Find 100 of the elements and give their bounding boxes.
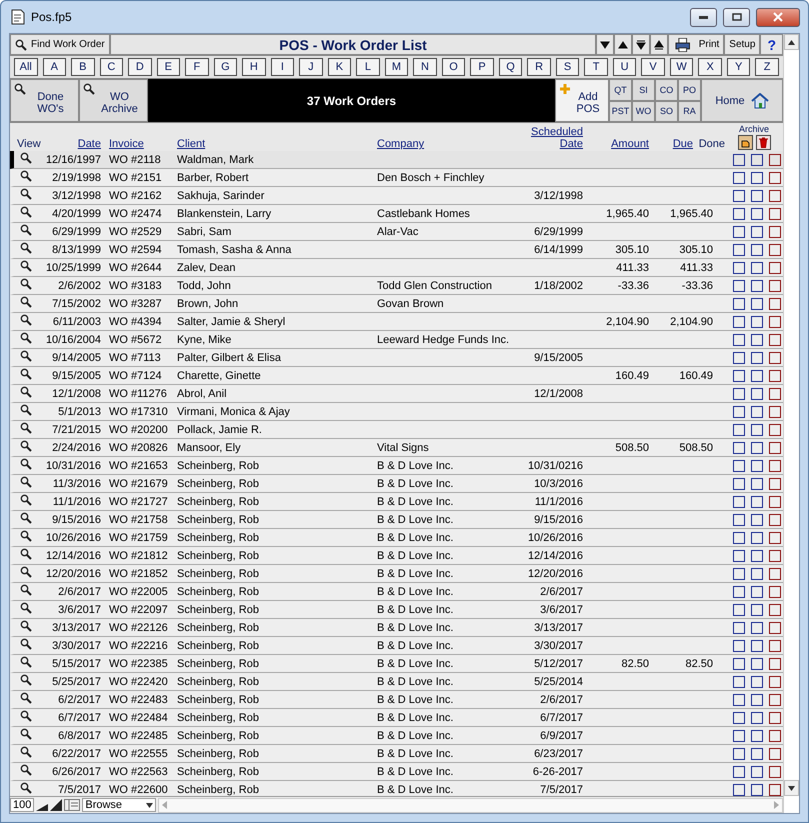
table-row[interactable]: 6/29/1999 WO #2529 Sabri, Sam Alar-Vac 6/29/1999 — [10, 223, 783, 241]
find-button[interactable]: Find Work Order — [10, 34, 110, 55]
letter-button[interactable]: S — [556, 58, 580, 76]
letter-button[interactable]: B — [71, 58, 95, 76]
letter-button[interactable]: U — [612, 58, 636, 76]
table-row[interactable]: 3/6/2017 WO #22097 Scheinberg, Rob B & D Love Inc. 3/6/2017 — [10, 601, 783, 619]
code-button[interactable]: PST — [609, 100, 632, 122]
table-row[interactable]: 12/20/2016 WO #21852 Scheinberg, Rob B & D Love Inc. 12/20/2016 — [10, 565, 783, 583]
letter-button[interactable]: Q — [498, 58, 522, 76]
letter-button[interactable]: R — [527, 58, 551, 76]
table-cell-text: Castlebank Homes — [377, 208, 471, 220]
letter-button[interactable]: J — [299, 58, 323, 76]
letter-button[interactable]: F — [185, 58, 209, 76]
letter-button[interactable]: N — [413, 58, 437, 76]
table-row[interactable]: 8/13/1999 WO #2594 Tomash, Sasha & Anna 6/14/1999 305.10 305.10 — [10, 241, 783, 259]
column-header[interactable]: Invoice — [109, 138, 173, 150]
table-row[interactable]: 5/1/2013 WO #17310 Virmani, Monica & Ajay — [10, 403, 783, 421]
letter-button[interactable]: V — [641, 58, 665, 76]
code-button[interactable]: SI — [632, 79, 655, 100]
letter-button[interactable]: All — [14, 58, 38, 76]
column-header[interactable]: Due — [649, 138, 693, 150]
table-row[interactable]: 2/6/2002 WO #3183 Todd, John Todd Glen Construction 1/18/2002 -33.36 -33.36 — [10, 277, 783, 295]
table-cell-text: Brown, John — [177, 298, 240, 310]
table-row[interactable]: 3/30/2017 WO #22216 Scheinberg, Rob B & D Love Inc. 3/30/2017 — [10, 637, 783, 655]
letter-button[interactable]: W — [670, 58, 694, 76]
column-header[interactable]: Client — [177, 138, 377, 150]
table-row[interactable]: 12/1/2008 WO #11276 Abrol, Anil 12/1/2008 — [10, 385, 783, 403]
table-row[interactable]: 6/11/2003 WO #4394 Salter, Jamie & Sheryl 2,104.90 2,104.90 — [10, 313, 783, 331]
code-button[interactable]: PO — [678, 79, 701, 100]
table-row[interactable]: 2/19/1998 WO #2151 Barber, Robert Den Bosch + Finchley — [10, 169, 783, 187]
table-cell-text: -33.36 — [616, 280, 649, 292]
table-cell-text: Scheinberg, Rob — [177, 496, 260, 508]
home-button[interactable]: Home — [701, 79, 783, 122]
table-row[interactable]: 11/1/2016 WO #21727 Scheinberg, Rob B & D Love Inc. 11/1/2016 — [10, 493, 783, 511]
table-row[interactable]: 6/22/2017 WO #22555 Scheinberg, Rob B & D Love Inc. 6/23/2017 — [10, 745, 783, 763]
code-button[interactable]: CO — [655, 79, 678, 100]
table-row[interactable]: 3/12/1998 WO #2162 Sakhuja, Sarinder 3/12/1998 — [10, 187, 783, 205]
table-row[interactable]: 6/8/2017 WO #22485 Scheinberg, Rob B & D Love Inc. 6/9/2017 — [10, 727, 783, 745]
setup-button[interactable]: Setup — [724, 34, 760, 55]
letter-button[interactable]: E — [156, 58, 180, 76]
help-button[interactable]: ? — [760, 34, 783, 55]
table-row[interactable]: 12/16/1997 WO #2118 Waldman, Mark — [10, 151, 783, 169]
table-row[interactable]: 10/26/2016 WO #21759 Scheinberg, Rob B & D Love Inc. 10/26/2016 — [10, 529, 783, 547]
code-button[interactable]: WO — [632, 100, 655, 122]
letter-button[interactable]: D — [128, 58, 152, 76]
table-cell-text: B & D Love Inc. — [377, 730, 454, 742]
table-row[interactable]: 6/2/2017 WO #22483 Scheinberg, Rob B & D Love Inc. 2/6/2017 — [10, 691, 783, 709]
search-button[interactable]: Done WO's — [10, 79, 79, 122]
column-header[interactable]: Scheduled Date — [511, 126, 583, 150]
table-cell-text: B & D Love Inc. — [377, 712, 454, 724]
table-row[interactable]: 10/16/2004 WO #5672 Kyne, Mike Leeward Hedge Funds Inc. — [10, 331, 783, 349]
table-row[interactable]: 6/7/2017 WO #22484 Scheinberg, Rob B & D Love Inc. 6/7/2017 — [10, 709, 783, 727]
letter-button[interactable]: K — [328, 58, 352, 76]
letter-button[interactable]: H — [242, 58, 266, 76]
table-row[interactable]: 4/20/1999 WO #2474 Blankenstein, Larry Castlebank Homes 1,965.40 1,965.40 — [10, 205, 783, 223]
table-row[interactable]: 6/26/2017 WO #22563 Scheinberg, Rob B & D Love Inc. 6-26-2017 — [10, 763, 783, 781]
letter-button[interactable]: A — [42, 58, 66, 76]
table-row[interactable]: 9/15/2016 WO #21758 Scheinberg, Rob B & D Love Inc. 9/15/2016 — [10, 511, 783, 529]
column-header[interactable]: Company — [377, 138, 511, 150]
table-cell-text: Scheinberg, Rob — [177, 550, 260, 562]
table-row[interactable]: 2/6/2017 WO #22005 Scheinberg, Rob B & D Love Inc. 2/6/2017 — [10, 583, 783, 601]
table-cell-text: 9/14/2005 — [51, 352, 101, 364]
letter-button[interactable]: C — [100, 58, 124, 76]
table-row[interactable]: 9/14/2005 WO #7113 Palter, Gilbert & Elisa 9/15/2005 — [10, 349, 783, 367]
letter-button[interactable]: X — [698, 58, 722, 76]
table-cell-text: 508.50 — [678, 442, 713, 454]
table-row[interactable]: 11/3/2016 WO #21679 Scheinberg, Rob B & D Love Inc. 10/3/2016 — [10, 475, 783, 493]
table-cell-text: 6/23/2017 — [533, 748, 583, 760]
table-row[interactable]: 12/14/2016 WO #21812 Scheinberg, Rob B & D Love Inc. 12/14/2016 — [10, 547, 783, 565]
letter-button[interactable]: M — [384, 58, 408, 76]
table-cell-text: B & D Love Inc. — [377, 766, 454, 778]
table-cell-text: 6/9/2017 — [539, 730, 583, 742]
letter-button[interactable]: G — [214, 58, 238, 76]
search-button[interactable]: WO Archive — [79, 79, 148, 122]
table-row[interactable]: 7/21/2015 WO #20200 Pollack, Jamie R. — [10, 421, 783, 439]
table-row[interactable]: 3/13/2017 WO #22126 Scheinberg, Rob B & D Love Inc. 3/13/2017 — [10, 619, 783, 637]
code-button[interactable]: SO — [655, 100, 678, 122]
letter-button[interactable]: L — [356, 58, 380, 76]
code-button[interactable]: RA — [678, 100, 701, 122]
table-cell-text: WO #2118 — [109, 154, 162, 166]
code-button[interactable]: QT — [609, 79, 632, 100]
letter-button[interactable]: O — [442, 58, 466, 76]
table-row[interactable]: 10/31/2016 WO #21653 Scheinberg, Rob B & D Love Inc. 10/31/0216 — [10, 457, 783, 475]
table-row[interactable]: 5/25/2017 WO #22420 Scheinberg, Rob B & D Love Inc. 5/25/2014 — [10, 673, 783, 691]
column-header[interactable]: Date — [41, 138, 101, 150]
mode-dropdown[interactable]: Browse — [82, 798, 156, 812]
table-row[interactable]: 9/15/2005 WO #7124 Charette, Ginette 160.49 160.49 — [10, 367, 783, 385]
letter-button[interactable]: T — [584, 58, 608, 76]
letter-button[interactable]: I — [270, 58, 294, 76]
letter-button[interactable]: Z — [755, 58, 779, 76]
table-row[interactable]: 5/15/2017 WO #22385 Scheinberg, Rob B & D Love Inc. 5/12/2017 82.50 82.50 — [10, 655, 783, 673]
print-button[interactable]: Print — [668, 34, 724, 55]
zoom-level[interactable]: 100 — [10, 798, 34, 812]
letter-button[interactable]: P — [470, 58, 494, 76]
column-header[interactable]: Amount — [583, 138, 649, 150]
table-row[interactable]: 7/15/2002 WO #3287 Brown, John Govan Brown — [10, 295, 783, 313]
table-row[interactable]: 10/25/1999 WO #2644 Zalev, Dean 411.33 411.33 — [10, 259, 783, 277]
letter-button[interactable]: Y — [726, 58, 750, 76]
add-button[interactable]: Add POS — [555, 79, 609, 122]
table-row[interactable]: 2/24/2016 WO #20826 Mansoor, Ely Vital Signs 508.50 508.50 — [10, 439, 783, 457]
